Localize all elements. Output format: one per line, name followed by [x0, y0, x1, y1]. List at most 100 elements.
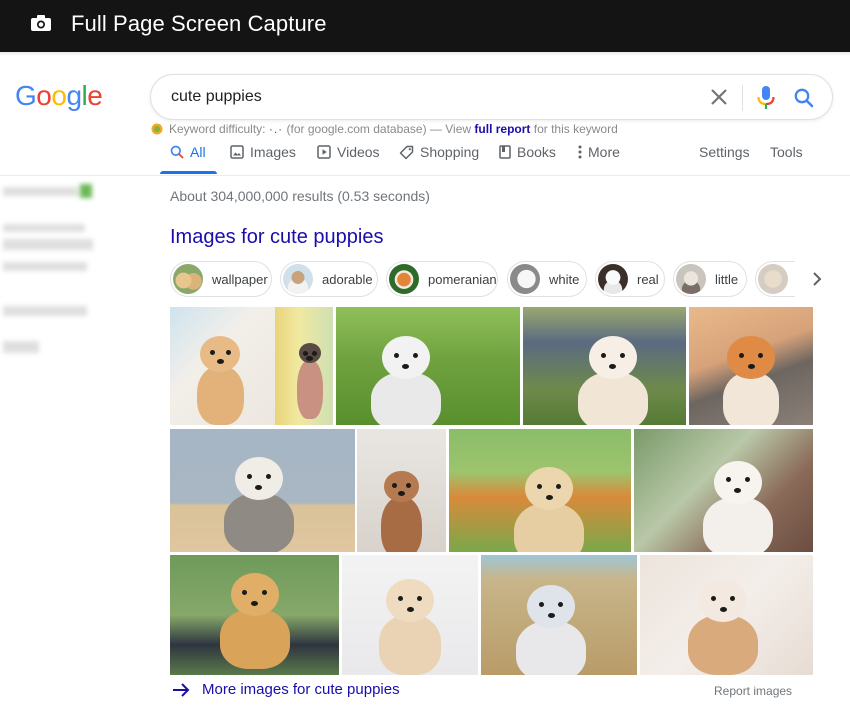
chip-pomeranian[interactable]: pomeranian [386, 261, 498, 297]
puppy-eye [417, 595, 423, 601]
puppy-nose [747, 363, 755, 369]
image-result[interactable] [640, 555, 813, 675]
tools-button[interactable]: Tools [770, 144, 803, 160]
tools-label: Tools [770, 144, 803, 160]
settings-button[interactable]: Settings [699, 144, 750, 160]
puppy-eye [265, 473, 271, 479]
tab-all[interactable]: All [170, 144, 206, 160]
keyword-difficulty-bar: Keyword difficulty: ·.· (for google.com … [150, 122, 618, 136]
puppy-body [379, 615, 441, 675]
report-images-link[interactable]: Report images [714, 684, 792, 698]
blurred-text [3, 341, 39, 353]
puppy-head [525, 466, 574, 510]
puppy-body [381, 496, 422, 552]
logo-letter: G [15, 80, 37, 111]
image-result[interactable] [449, 429, 631, 552]
tab-videos[interactable]: Videos [317, 144, 380, 160]
tag-icon [399, 145, 414, 159]
microphone-icon[interactable] [755, 85, 777, 111]
tab-books[interactable]: Books [499, 144, 556, 160]
chip-real[interactable]: real [595, 261, 665, 297]
tab-label: All [190, 144, 206, 160]
tab-label: Shopping [420, 144, 480, 160]
search-tabs: All Images Videos Shopping Books More Se… [160, 140, 850, 176]
image-result[interactable] [481, 555, 637, 675]
search-input[interactable]: cute puppies [171, 88, 262, 106]
image-refine-chips: wallpaper adorable pomeranian white real… [170, 261, 822, 297]
chip-label: white [549, 271, 580, 287]
image-result[interactable] [170, 555, 339, 675]
banner-shadow [0, 52, 850, 56]
puppy-eye [537, 483, 542, 489]
google-logo[interactable]: Google [15, 80, 103, 112]
book-icon [499, 145, 511, 159]
chip-little[interactable]: little [673, 261, 747, 297]
puppy-eye [225, 349, 231, 355]
puppy-nose [547, 612, 555, 618]
capture-banner: Full Page Screen Capture [0, 0, 850, 52]
puppy-eye [739, 352, 744, 358]
logo-letter: o [36, 80, 52, 111]
results-stats: About 304,000,000 results (0.53 seconds) [170, 188, 430, 204]
close-icon[interactable] [708, 86, 730, 108]
full-report-link[interactable]: full report [474, 122, 530, 136]
puppy-body [688, 615, 759, 675]
camera-icon [31, 15, 51, 31]
logo-letter: e [87, 80, 103, 111]
puppy-head [230, 573, 279, 617]
puppy-body [370, 371, 441, 425]
blurred-text [3, 306, 87, 316]
logo-letter: g [66, 80, 82, 111]
puppy-eye [393, 352, 399, 358]
puppy-head [200, 335, 241, 373]
arrow-right-icon [173, 682, 190, 697]
image-result[interactable] [170, 307, 275, 425]
chevron-right-icon[interactable] [808, 269, 826, 289]
images-heading-link[interactable]: Images for cute puppies [170, 226, 383, 249]
puppy-head [699, 579, 748, 623]
puppy-head [381, 335, 430, 380]
puppy-body [514, 502, 585, 552]
search-box[interactable]: cute puppies [150, 74, 833, 120]
image-result[interactable] [275, 307, 333, 425]
keyword-database-text: (for google.com database) — View [286, 122, 472, 136]
more-images-label: More images for cute puppies [202, 681, 400, 698]
chip-partial[interactable] [755, 261, 795, 297]
more-images-link[interactable]: More images for cute puppies [172, 681, 400, 698]
puppy-eye [397, 595, 403, 601]
logo-letter: o [51, 80, 67, 111]
keyword-suffix-text: for this keyword [533, 122, 618, 136]
banner-title: Full Page Screen Capture [71, 11, 327, 36]
chip-label: pomeranian [428, 271, 497, 287]
image-result[interactable] [342, 555, 478, 675]
image-result[interactable] [634, 429, 813, 552]
image-result[interactable] [357, 429, 446, 552]
chip-thumbnail [510, 264, 540, 294]
tab-shopping[interactable]: Shopping [399, 144, 479, 160]
keyword-difficulty-value: ·.· [268, 122, 284, 136]
tab-more[interactable]: More [578, 144, 620, 160]
puppy-body [702, 496, 773, 552]
puppy-body [219, 609, 290, 669]
image-result[interactable] [170, 429, 355, 552]
puppy-nose [545, 494, 553, 500]
puppy-eye [600, 352, 606, 358]
chip-wallpaper[interactable]: wallpaper [170, 261, 272, 297]
chip-label: adorable [322, 271, 373, 287]
puppy-head [384, 471, 419, 502]
chip-label: wallpaper [212, 271, 268, 287]
active-tab-indicator [160, 171, 217, 174]
image-result[interactable] [523, 307, 686, 425]
search-icon [170, 145, 184, 159]
chip-adorable[interactable]: adorable [280, 261, 378, 297]
tab-images[interactable]: Images [230, 144, 296, 160]
image-result[interactable] [689, 307, 813, 425]
puppy-eye [619, 352, 625, 358]
chip-white[interactable]: white [507, 261, 587, 297]
keyword-difficulty-label: Keyword difficulty: [169, 122, 266, 136]
image-result[interactable] [336, 307, 520, 425]
blurred-text [3, 239, 93, 250]
search-icon[interactable] [792, 86, 816, 110]
puppy-eye [556, 483, 562, 489]
tab-label: Videos [337, 144, 380, 160]
